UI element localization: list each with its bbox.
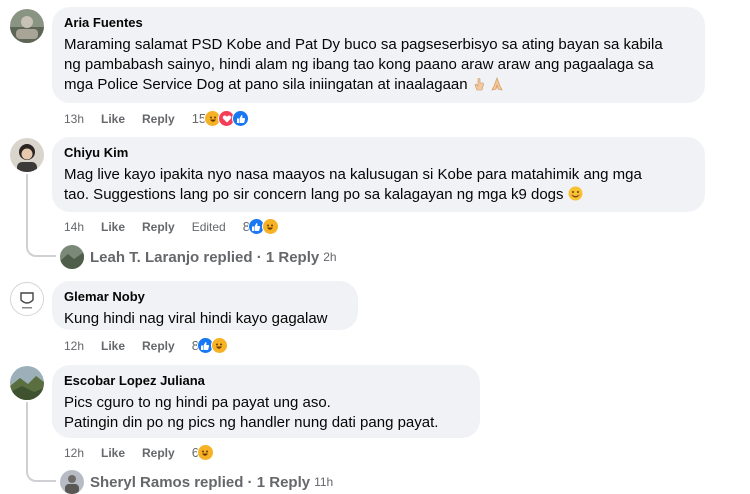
view-replies-link[interactable]: Leah T. Laranjo replied · 1 Reply 2h (60, 245, 337, 269)
reply-time: 2h (323, 250, 337, 264)
reply-button[interactable]: Reply (142, 446, 175, 460)
replier-avatar (60, 470, 84, 494)
comment-time[interactable]: 12h (64, 339, 101, 353)
reaction-summary[interactable]: 6 (192, 444, 214, 461)
comment-time[interactable]: 14h (64, 220, 101, 234)
comment-line: tao. Suggestions lang po sir concern lan… (64, 186, 564, 203)
reply-button[interactable]: Reply (142, 339, 175, 353)
reply-button[interactable]: Reply (142, 112, 175, 126)
replies-summary[interactable]: Sheryl Ramos replied · 1 Reply (90, 474, 310, 491)
reaction-summary[interactable]: 8 (192, 337, 228, 354)
haha-icon (261, 218, 279, 235)
comment-actions: 14h Like Reply Edited 8 (64, 218, 279, 235)
like-button[interactable]: Like (101, 446, 125, 460)
reply-thread-line (26, 402, 56, 482)
comment-author[interactable]: Aria Fuentes (64, 14, 693, 31)
comment-line: Pics cguro to ng hindi pa payat ung aso. (64, 394, 331, 411)
edited-label[interactable]: Edited (192, 220, 226, 234)
comment-author[interactable]: Glemar Noby (64, 288, 346, 305)
avatar[interactable] (10, 9, 44, 43)
reply-thread-line (26, 174, 56, 257)
comment-time[interactable]: 13h (64, 112, 101, 126)
comment-time[interactable]: 12h (64, 446, 101, 460)
reply-time: 11h (314, 475, 334, 489)
comment-bubble: Aria Fuentes Maraming salamat PSD Kobe a… (52, 7, 705, 103)
like-button[interactable]: Like (101, 112, 125, 126)
like-button[interactable]: Like (101, 339, 125, 353)
comment-bubble: Glemar Noby Kung hindi nag viral hindi k… (52, 281, 358, 330)
comment-line: Kung hindi nag viral hindi kayo gagalaw (64, 310, 328, 327)
reaction-summary[interactable]: 15 (192, 110, 250, 127)
comment-line: ng pambabash sainyo, hindi alam ng ibang… (64, 56, 654, 73)
view-replies-link[interactable]: Sheryl Ramos replied · 1 Reply 11h (60, 470, 333, 494)
like-icon (232, 110, 250, 127)
haha-icon (210, 337, 228, 354)
comment-actions: 13h Like Reply 15 (64, 110, 250, 127)
haha-icon (196, 444, 214, 461)
comment-bubble: Chiyu Kim Mag live kayo ipakita nyo nasa… (52, 137, 705, 212)
comment-actions: 12h Like Reply 8 (64, 337, 228, 354)
comment-author[interactable]: Escobar Lopez Juliana (64, 372, 468, 389)
reply-button[interactable]: Reply (142, 220, 175, 234)
like-button[interactable]: Like (101, 220, 125, 234)
comment-line: Maraming salamat PSD Kobe and Pat Dy buc… (64, 36, 663, 53)
avatar[interactable] (10, 366, 44, 400)
replier-avatar (60, 245, 84, 269)
replies-summary[interactable]: Leah T. Laranjo replied · 1 Reply (90, 249, 319, 266)
comment-actions: 12h Like Reply 6 (64, 444, 214, 461)
comment-line: Mag live kayo ipakita nyo nasa maayos na… (64, 166, 642, 183)
avatar[interactable] (10, 138, 44, 172)
comment-line: mga Police Service Dog at pano sila inii… (64, 76, 468, 93)
avatar[interactable] (10, 282, 44, 316)
comment-author[interactable]: Chiyu Kim (64, 144, 693, 161)
smiling-emoji-icon (568, 186, 583, 207)
comment-line: Patingin din po ng pics ng handler nung … (64, 414, 439, 431)
hand-emoji-icon (472, 77, 486, 97)
praying-hands-icon (490, 77, 504, 97)
comment-bubble: Escobar Lopez Juliana Pics cguro to ng h… (52, 365, 480, 438)
reaction-summary[interactable]: 8 (243, 218, 279, 235)
